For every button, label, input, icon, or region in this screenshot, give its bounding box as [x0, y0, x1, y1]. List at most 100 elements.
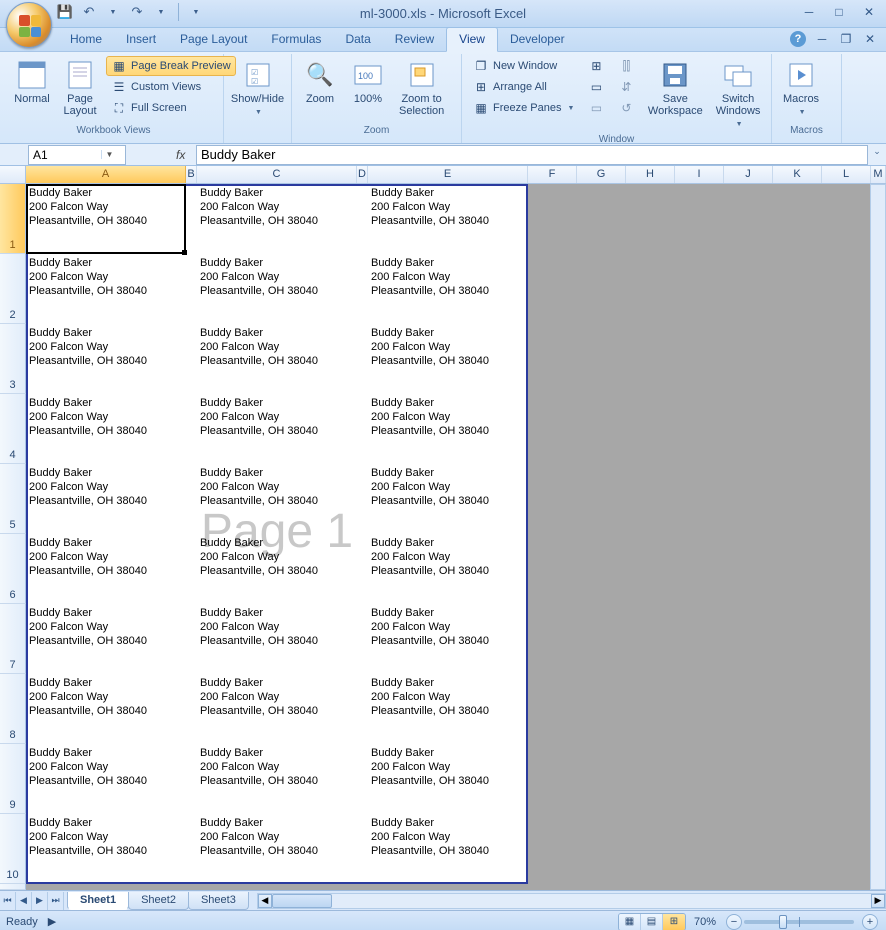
cell[interactable]: Buddy Baker 200 Falcon Way Pleasantville…: [368, 184, 528, 254]
col-header-M[interactable]: M: [871, 166, 886, 183]
col-header-I[interactable]: I: [675, 166, 724, 183]
cell[interactable]: Buddy Baker 200 Falcon Way Pleasantville…: [26, 464, 186, 534]
zoom-in-button[interactable]: +: [862, 914, 878, 930]
cell[interactable]: Buddy Baker 200 Falcon Way Pleasantville…: [368, 814, 528, 884]
col-header-A[interactable]: A: [26, 166, 186, 183]
zoom-level[interactable]: 70%: [694, 916, 716, 928]
col-header-B[interactable]: B: [186, 166, 197, 183]
cell[interactable]: Buddy Baker 200 Falcon Way Pleasantville…: [368, 744, 528, 814]
cell[interactable]: Buddy Baker 200 Falcon Way Pleasantville…: [26, 534, 186, 604]
sheet-tab-sheet2[interactable]: Sheet2: [128, 892, 189, 910]
col-header-D[interactable]: D: [357, 166, 368, 183]
row-header-9[interactable]: 9: [0, 744, 26, 814]
cell[interactable]: Buddy Baker 200 Falcon Way Pleasantville…: [197, 744, 357, 814]
page-break-switch[interactable]: ⊞: [663, 914, 685, 930]
fx-icon[interactable]: fx: [176, 148, 196, 162]
redo-icon[interactable]: ↷: [128, 3, 146, 21]
maximize-button[interactable]: □: [828, 4, 850, 20]
scroll-right-icon[interactable]: ▶: [871, 894, 885, 908]
minimize-button[interactable]: ─: [798, 4, 820, 20]
row-header-1[interactable]: 1: [0, 184, 26, 254]
cell[interactable]: Buddy Baker 200 Falcon Way Pleasantville…: [197, 464, 357, 534]
zoom-out-button[interactable]: −: [726, 914, 742, 930]
zoom-slider[interactable]: [744, 920, 854, 924]
row-header-10[interactable]: 10: [0, 814, 26, 884]
doc-close-button[interactable]: ✕: [862, 31, 878, 47]
cell[interactable]: Buddy Baker 200 Falcon Way Pleasantville…: [197, 394, 357, 464]
split-button[interactable]: ⊞: [583, 56, 609, 76]
horizontal-scrollbar[interactable]: ◀ ▶: [257, 893, 886, 909]
cell[interactable]: Buddy Baker 200 Falcon Way Pleasantville…: [197, 184, 357, 254]
cell[interactable]: Buddy Baker 200 Falcon Way Pleasantville…: [26, 604, 186, 674]
zoom-100-button[interactable]: 100 100%: [346, 56, 390, 108]
col-header-C[interactable]: C: [197, 166, 357, 183]
vertical-scrollbar[interactable]: [870, 184, 886, 890]
tab-prev-icon[interactable]: ◀: [16, 892, 32, 910]
cell[interactable]: Buddy Baker 200 Falcon Way Pleasantville…: [26, 814, 186, 884]
cell[interactable]: Buddy Baker 200 Falcon Way Pleasantville…: [26, 394, 186, 464]
help-icon[interactable]: ?: [790, 31, 806, 47]
tab-data[interactable]: Data: [333, 28, 382, 51]
tab-page-layout[interactable]: Page Layout: [168, 28, 259, 51]
formula-input[interactable]: [196, 145, 868, 165]
show-hide-button[interactable]: ☑☑ Show/Hide ▼: [230, 56, 285, 122]
sheet-tab-sheet3[interactable]: Sheet3: [188, 892, 249, 910]
close-button[interactable]: ✕: [858, 4, 880, 20]
col-header-L[interactable]: L: [822, 166, 871, 183]
doc-restore-button[interactable]: ❐: [838, 31, 854, 47]
cell[interactable]: Buddy Baker 200 Falcon Way Pleasantville…: [368, 464, 528, 534]
hide-button[interactable]: ▭: [583, 77, 609, 97]
zoom-selection-button[interactable]: Zoom to Selection: [394, 56, 449, 120]
cell[interactable]: Buddy Baker 200 Falcon Way Pleasantville…: [197, 324, 357, 394]
custom-views-button[interactable]: ☰ Custom Views: [106, 77, 236, 97]
col-header-F[interactable]: F: [528, 166, 577, 183]
freeze-panes-button[interactable]: ▦Freeze Panes▼: [468, 98, 579, 118]
tab-review[interactable]: Review: [383, 28, 446, 51]
cell[interactable]: Buddy Baker 200 Falcon Way Pleasantville…: [26, 184, 186, 254]
normal-view-switch[interactable]: ▦: [619, 914, 641, 930]
new-window-button[interactable]: ❐New Window: [468, 56, 579, 76]
arrange-all-button[interactable]: ⊞Arrange All: [468, 77, 579, 97]
macros-button[interactable]: Macros ▼: [778, 56, 824, 122]
select-all-button[interactable]: [0, 166, 26, 183]
cell[interactable]: Buddy Baker 200 Falcon Way Pleasantville…: [368, 534, 528, 604]
zoom-slider-thumb[interactable]: [779, 915, 787, 929]
tab-formulas[interactable]: Formulas: [259, 28, 333, 51]
expand-formula-icon[interactable]: ⌄: [870, 146, 884, 164]
tab-first-icon[interactable]: ⏮: [0, 892, 16, 910]
tab-view[interactable]: View: [446, 27, 498, 52]
col-header-K[interactable]: K: [773, 166, 822, 183]
save-workspace-button[interactable]: Save Workspace: [643, 56, 707, 120]
row-header-3[interactable]: 3: [0, 324, 26, 394]
cell[interactable]: Buddy Baker 200 Falcon Way Pleasantville…: [368, 254, 528, 324]
macro-record-icon[interactable]: ▶: [48, 915, 56, 928]
tab-home[interactable]: Home: [58, 28, 114, 51]
page-layout-switch[interactable]: ▤: [641, 914, 663, 930]
tab-next-icon[interactable]: ▶: [32, 892, 48, 910]
normal-view-button[interactable]: Normal: [10, 56, 54, 108]
cell[interactable]: Buddy Baker 200 Falcon Way Pleasantville…: [368, 674, 528, 744]
name-box[interactable]: ▼: [28, 145, 126, 165]
scroll-thumb[interactable]: [272, 894, 332, 908]
tab-insert[interactable]: Insert: [114, 28, 168, 51]
cell[interactable]: Buddy Baker 200 Falcon Way Pleasantville…: [197, 814, 357, 884]
cell[interactable]: Buddy Baker 200 Falcon Way Pleasantville…: [197, 254, 357, 324]
scroll-left-icon[interactable]: ◀: [258, 894, 272, 908]
col-header-E[interactable]: E: [368, 166, 528, 183]
office-button[interactable]: [6, 2, 52, 48]
name-box-input[interactable]: [29, 148, 101, 162]
sheet-tab-sheet1[interactable]: Sheet1: [67, 892, 129, 910]
col-header-H[interactable]: H: [626, 166, 675, 183]
cell[interactable]: Buddy Baker 200 Falcon Way Pleasantville…: [26, 674, 186, 744]
cell[interactable]: Buddy Baker 200 Falcon Way Pleasantville…: [26, 254, 186, 324]
zoom-button[interactable]: 🔍 Zoom: [298, 56, 342, 108]
row-header-4[interactable]: 4: [0, 394, 26, 464]
switch-windows-button[interactable]: Switch Windows ▼: [711, 56, 765, 134]
name-box-dropdown-icon[interactable]: ▼: [101, 150, 117, 159]
tab-last-icon[interactable]: ⏭: [48, 892, 64, 910]
qat-customize-icon[interactable]: ▼: [187, 3, 205, 21]
cell[interactable]: Buddy Baker 200 Falcon Way Pleasantville…: [26, 324, 186, 394]
cell[interactable]: Buddy Baker 200 Falcon Way Pleasantville…: [368, 394, 528, 464]
cell[interactable]: Buddy Baker 200 Falcon Way Pleasantville…: [368, 324, 528, 394]
tab-developer[interactable]: Developer: [498, 28, 577, 51]
